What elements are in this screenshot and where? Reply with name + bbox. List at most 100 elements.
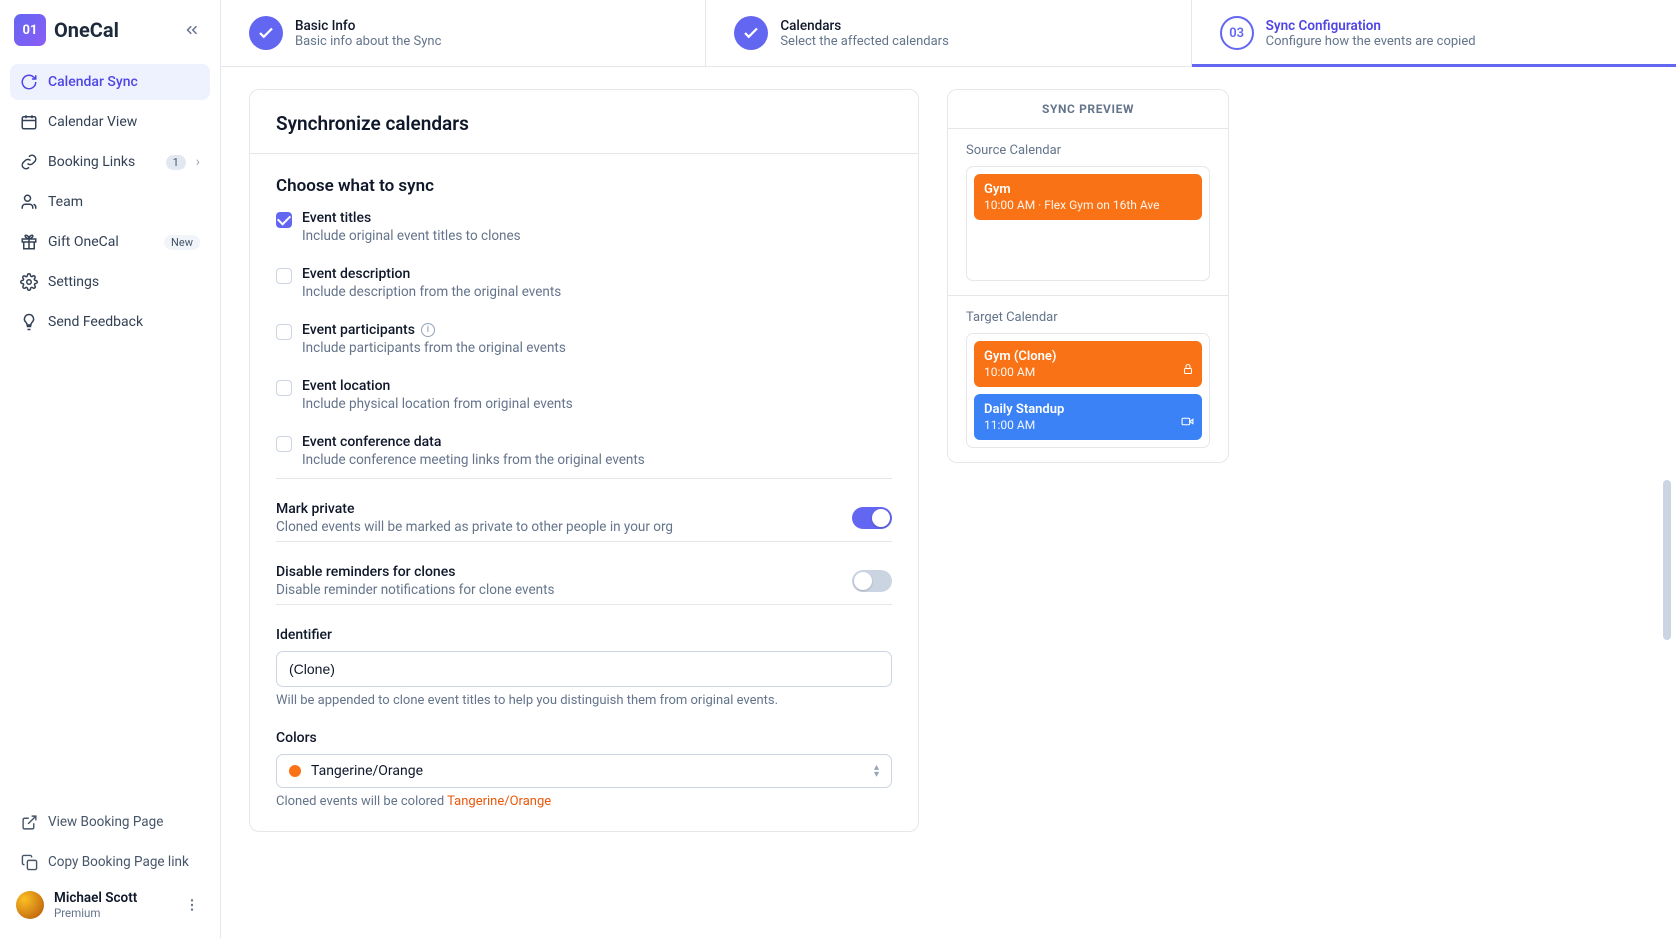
choose-what-to-sync-section: Choose what to sync Event titles Include… — [250, 154, 918, 831]
source-calendar-section: Source Calendar Gym 10:00 AM · Flex Gym … — [948, 129, 1228, 295]
sync-preview-panel: SYNC PREVIEW Source Calendar Gym 10:00 A… — [947, 89, 1229, 463]
event-title: Daily Standup — [984, 402, 1192, 417]
step-title: Sync Configuration — [1266, 18, 1476, 34]
colors-selected-label: Tangerine/Orange — [311, 763, 864, 779]
step-subtitle: Configure how the events are copied — [1266, 34, 1476, 49]
nav-label: Settings — [48, 274, 200, 290]
nav-booking-links[interactable]: Booking Links 1 › — [10, 144, 210, 180]
user-menu[interactable]: Michael Scott Premium — [10, 880, 210, 924]
checkbox[interactable] — [276, 324, 292, 340]
disable-reminders-row: Disable reminders for clones Disable rem… — [276, 564, 892, 598]
footer-view-booking-page[interactable]: View Booking Page — [10, 804, 210, 840]
step-calendars[interactable]: Calendars Select the affected calendars — [706, 0, 1191, 66]
option-label: Event conference data — [302, 434, 645, 450]
nav-new-badge: New — [164, 235, 200, 250]
scrollbar[interactable] — [1660, 0, 1674, 938]
disable-reminders-toggle[interactable] — [852, 570, 892, 592]
nav-label: Team — [48, 194, 200, 210]
chevrons-left-icon — [183, 21, 201, 39]
copy-icon — [20, 853, 38, 871]
gift-icon — [20, 233, 38, 251]
divider — [276, 604, 892, 605]
checkbox[interactable] — [276, 268, 292, 284]
sync-icon — [20, 73, 38, 91]
nav-send-feedback[interactable]: Send Feedback — [10, 304, 210, 340]
check-icon — [734, 16, 768, 50]
section-title: Choose what to sync — [276, 176, 892, 196]
option-desc: Include physical location from original … — [302, 396, 573, 412]
user-info: Michael Scott Premium — [54, 890, 137, 920]
preview-section-label: Source Calendar — [966, 143, 1210, 158]
info-icon[interactable]: i — [421, 323, 435, 337]
toggle-desc: Cloned events will be marked as private … — [276, 519, 673, 535]
preview-header: SYNC PREVIEW — [948, 90, 1228, 129]
avatar — [16, 891, 44, 919]
sidebar-footer: View Booking Page Copy Booking Page link — [10, 796, 210, 880]
toggle-label: Disable reminders for clones — [276, 564, 554, 580]
more-vertical-icon — [184, 897, 200, 913]
option-label: Event description — [302, 266, 561, 282]
nav-gift-onecal[interactable]: Gift OneCal New — [10, 224, 210, 260]
event-time: 11:00 AM — [984, 418, 1192, 432]
nav-calendar-view[interactable]: Calendar View — [10, 104, 210, 140]
checkbox[interactable] — [276, 436, 292, 452]
footer-label: View Booking Page — [48, 814, 200, 830]
checkbox[interactable] — [276, 380, 292, 396]
gear-icon — [20, 273, 38, 291]
external-link-icon — [20, 813, 38, 831]
step-basic-info[interactable]: Basic Info Basic info about the Sync — [221, 0, 706, 66]
empty-slot — [974, 227, 1202, 273]
nav-settings[interactable]: Settings — [10, 264, 210, 300]
target-event-clone: Gym (Clone) 10:00 AM — [974, 341, 1202, 387]
scrollbar-thumb[interactable] — [1663, 480, 1671, 640]
main-content: Basic Info Basic info about the Sync Cal… — [221, 0, 1676, 854]
divider — [276, 541, 892, 542]
option-label: Event location — [302, 378, 573, 394]
option-event-conference-data[interactable]: Event conference data Include conference… — [276, 434, 892, 468]
option-event-location[interactable]: Event location Include physical location… — [276, 378, 892, 412]
option-desc: Include description from the original ev… — [302, 284, 561, 300]
step-number-badge: 03 — [1220, 16, 1254, 50]
footer-label: Copy Booking Page link — [48, 854, 200, 870]
target-calendar-section: Target Calendar Gym (Clone) 10:00 AM Dai… — [948, 295, 1228, 462]
identifier-input[interactable] — [276, 651, 892, 687]
nav-label: Booking Links — [48, 154, 156, 170]
nav-label: Calendar View — [48, 114, 200, 130]
primary-nav: Calendar Sync Calendar View Booking Link… — [10, 64, 210, 340]
colors-select[interactable]: Tangerine/Orange ▴▾ — [276, 754, 892, 788]
page-heading: Synchronize calendars — [250, 90, 918, 154]
step-title: Calendars — [780, 18, 948, 34]
footer-copy-booking-link[interactable]: Copy Booking Page link — [10, 844, 210, 880]
step-subtitle: Select the affected calendars — [780, 34, 948, 49]
source-calendar-frame: Gym 10:00 AM · Flex Gym on 16th Ave — [966, 166, 1210, 281]
wizard-stepper: Basic Info Basic info about the Sync Cal… — [221, 0, 1676, 67]
brand-logo[interactable]: 01 OneCal — [14, 14, 119, 46]
option-event-participants[interactable]: Event participants i Include participant… — [276, 322, 892, 356]
nav-label: Calendar Sync — [48, 74, 200, 90]
toggle-desc: Disable reminder notifications for clone… — [276, 582, 554, 598]
mark-private-toggle[interactable] — [852, 507, 892, 529]
option-desc: Include participants from the original e… — [302, 340, 566, 356]
option-desc: Include original event titles to clones — [302, 228, 521, 244]
option-event-description[interactable]: Event description Include description fr… — [276, 266, 892, 300]
user-name: Michael Scott — [54, 890, 137, 906]
option-event-titles[interactable]: Event titles Include original event titl… — [276, 210, 892, 244]
lock-icon — [1182, 360, 1194, 379]
nav-label: Gift OneCal — [48, 234, 154, 250]
step-sync-config[interactable]: 03 Sync Configuration Configure how the … — [1192, 0, 1676, 66]
lightbulb-icon — [20, 313, 38, 331]
nav-calendar-sync[interactable]: Calendar Sync — [10, 64, 210, 100]
event-time: 10:00 AM · Flex Gym on 16th Ave — [984, 198, 1192, 212]
colors-helper: Cloned events will be colored Tangerine/… — [276, 794, 892, 809]
sidebar-collapse-button[interactable] — [178, 16, 206, 44]
sidebar-header: 01 OneCal — [10, 14, 210, 46]
check-icon — [249, 16, 283, 50]
event-title: Gym (Clone) — [984, 349, 1192, 364]
nav-team[interactable]: Team — [10, 184, 210, 220]
calendar-icon — [20, 113, 38, 131]
nav-count-badge: 1 — [166, 155, 186, 170]
preview-section-label: Target Calendar — [966, 310, 1210, 325]
mark-private-row: Mark private Cloned events will be marke… — [276, 501, 892, 535]
user-menu-button[interactable] — [180, 893, 204, 917]
checkbox[interactable] — [276, 212, 292, 228]
